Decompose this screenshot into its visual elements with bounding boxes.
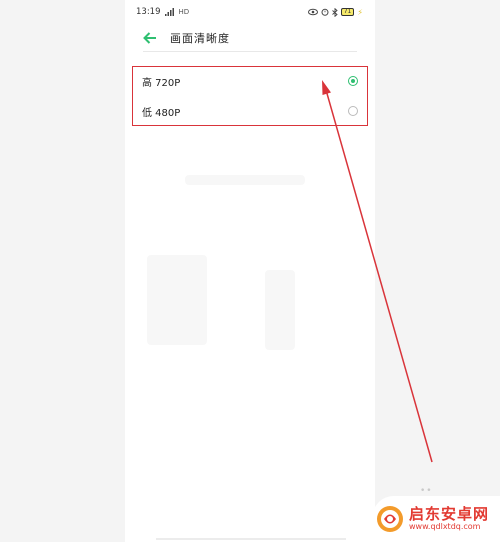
watermark-logo-icon xyxy=(377,506,403,532)
watermark-url: www.qdlxtdq.com xyxy=(409,522,481,531)
site-watermark: 启东安卓网 www.qdlxtdq.com xyxy=(372,496,500,542)
option-720p[interactable]: 高 720P xyxy=(133,66,368,96)
radio-selected-icon[interactable] xyxy=(348,76,358,86)
signal-icon xyxy=(164,8,174,16)
option-label: 高 720P xyxy=(142,77,181,89)
header-divider xyxy=(143,51,357,52)
option-480p[interactable]: 低 480P xyxy=(133,96,368,126)
arrow-left-icon[interactable] xyxy=(143,31,157,45)
watermark-name: 启东安卓网 xyxy=(409,505,490,523)
background-ghost-shape xyxy=(185,175,305,185)
watermark-dots: •• xyxy=(420,486,433,496)
status-bar: 13:19 HD 71 ⚡ xyxy=(125,0,375,24)
page-header: 画面清晰度 xyxy=(125,24,375,52)
alarm-icon xyxy=(321,8,329,16)
home-indicator xyxy=(156,538,346,540)
network-type: HD xyxy=(178,8,190,16)
network-indicator: HD xyxy=(164,8,190,16)
background-ghost-shape xyxy=(265,270,295,350)
radio-unselected-icon[interactable] xyxy=(348,106,358,116)
bluetooth-icon xyxy=(331,7,338,17)
option-label: 低 480P xyxy=(142,107,181,119)
screenshot-stage: 13:19 HD 71 ⚡ 画面清晰度 高 720P 低 480P •• 启东安… xyxy=(0,0,500,542)
charging-icon: ⚡ xyxy=(357,7,363,17)
resolution-options: 高 720P 低 480P xyxy=(133,66,368,126)
phone-screen: 13:19 HD 71 ⚡ 画面清晰度 高 720P 低 480P xyxy=(125,0,375,542)
background-ghost-shape xyxy=(147,255,207,345)
battery-icon: 71 xyxy=(340,8,355,16)
page-title: 画面清晰度 xyxy=(170,32,230,45)
status-time: 13:19 xyxy=(136,7,161,17)
eye-icon xyxy=(307,8,318,16)
